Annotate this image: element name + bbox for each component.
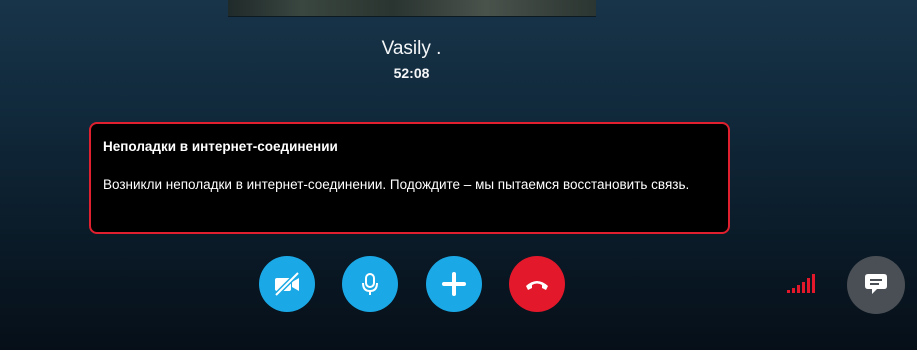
end-call-button[interactable]	[509, 256, 565, 312]
notice-message: Возникли неполадки в интернет-соединении…	[103, 177, 690, 192]
chat-button[interactable]	[847, 256, 905, 314]
video-off-icon	[271, 268, 303, 300]
notice-title: Неполадки в интернет-соединении	[103, 139, 338, 154]
hang-up-icon	[522, 269, 552, 299]
plus-icon	[440, 270, 468, 298]
microphone-button[interactable]	[342, 256, 398, 312]
add-participant-button[interactable]	[426, 256, 482, 312]
caller-name: Vasily .	[381, 38, 442, 59]
connection-problem-notice: Неполадки в интернет-соединении Возникли…	[89, 122, 730, 234]
microphone-icon	[356, 270, 384, 298]
chat-bubble-icon	[862, 269, 890, 302]
video-toggle-button[interactable]	[259, 256, 315, 312]
remote-video-preview	[228, 0, 596, 17]
call-timer: 52:08	[393, 65, 430, 81]
signal-strength-icon	[786, 270, 816, 294]
